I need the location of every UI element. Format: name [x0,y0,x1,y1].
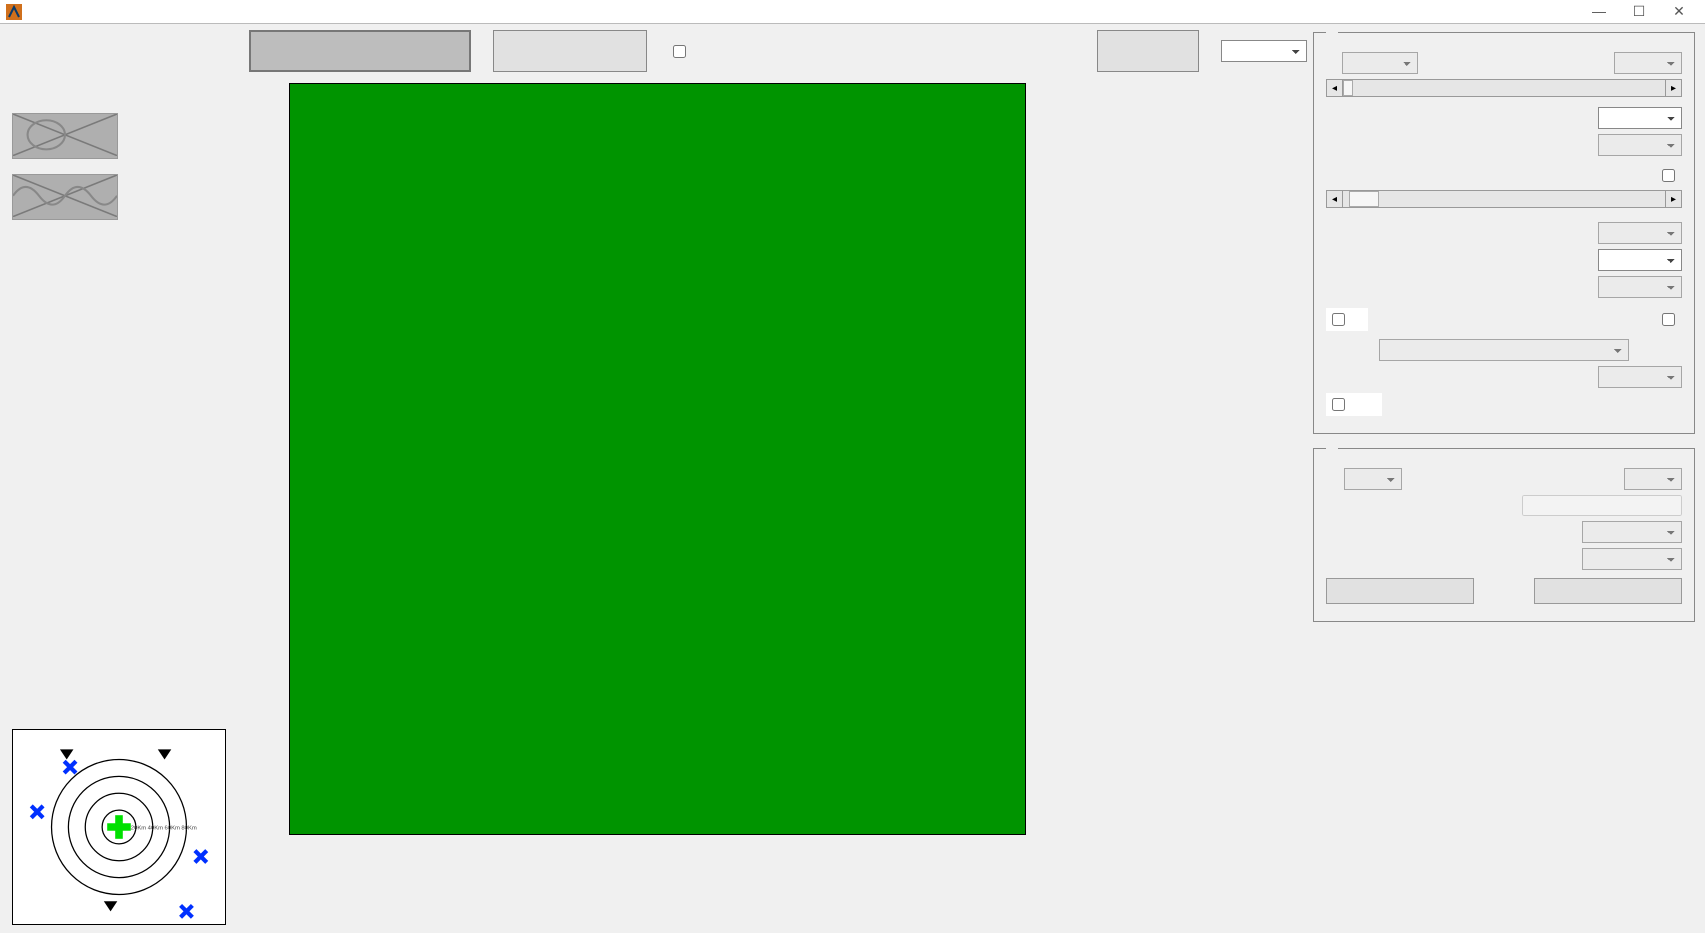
radar-parameters-panel: ◂▸ ◂▸ [1313,32,1695,434]
rcs-input[interactable] [1522,495,1682,516]
persistent-display-checkbox[interactable] [1326,393,1382,416]
window-titlebar: — ☐ ✕ [0,0,1705,24]
targets-select[interactable] [1344,468,1402,490]
close-button[interactable]: ✕ [1659,2,1699,22]
threshold-scrollbar[interactable]: ◂▸ [1326,190,1682,208]
bw-select[interactable] [1598,249,1682,271]
update-rate-select[interactable] [1598,366,1682,388]
radar-plot-axes [245,76,1313,886]
buffer-analyze-button[interactable] [493,30,647,72]
radar-ppi-display [289,83,1026,835]
dig-noise-select[interactable] [1582,521,1682,543]
amplitude-select[interactable] [1598,107,1682,129]
app-icon [6,4,22,20]
minimize-button[interactable]: — [1579,2,1619,22]
author-block [12,28,233,42]
antenna-thumbnail [12,113,118,159]
pri-select[interactable] [1342,52,1418,74]
match-filter-checkbox[interactable] [1326,308,1368,331]
signal-thumbnail [12,174,118,220]
find-target-checkbox[interactable] [669,42,693,61]
color-scheme-select[interactable] [1221,40,1307,62]
pause-button[interactable] [249,30,471,72]
reset-button[interactable] [1097,30,1199,72]
antenna-conn-select[interactable] [1379,339,1629,361]
stagger-select[interactable] [1614,52,1682,74]
pw-scrollbar[interactable]: ◂▸ [1326,79,1682,97]
display-targets-button[interactable] [1534,578,1682,604]
cfar-checkbox[interactable] [1658,166,1682,185]
svg-text:60Km: 60Km [165,826,180,832]
svg-text:20Km: 20Km [131,826,146,832]
maximize-button[interactable]: ☐ [1619,2,1659,22]
svg-text:40Km: 40Km [148,826,163,832]
sampling-select[interactable] [1598,222,1682,244]
surrounding-parameters-panel [1313,448,1695,622]
pulses-select[interactable] [1598,276,1682,298]
velocity-select[interactable] [1598,134,1682,156]
mountains-select[interactable] [1624,468,1682,490]
svg-text:80Km: 80Km [181,826,196,832]
em-noise-select[interactable] [1582,548,1682,570]
use-mti-checkbox[interactable] [1658,310,1682,329]
place-mountains-button[interactable] [1326,578,1474,604]
minimap: 20Km40Km60Km80Km [12,729,226,925]
